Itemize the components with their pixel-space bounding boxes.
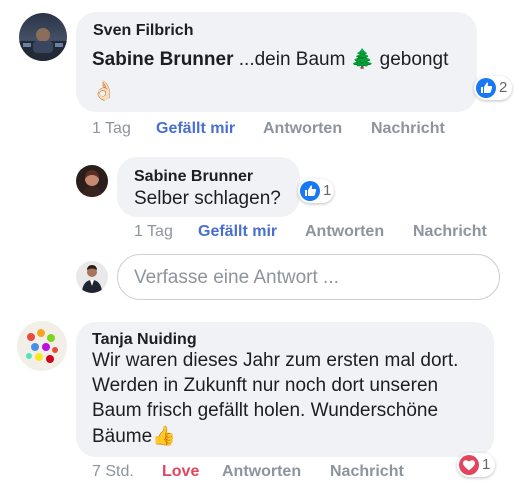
avatar-sven[interactable] bbox=[19, 13, 67, 61]
comment-text-part: gebongt bbox=[374, 49, 449, 70]
reply-input[interactable] bbox=[132, 264, 486, 292]
reply-button[interactable]: Antworten bbox=[222, 463, 301, 481]
comment-actions-sabine: 1 Tag Gefällt mir Antworten Nachricht bbox=[134, 223, 514, 243]
avatar-sabine[interactable] bbox=[76, 165, 108, 197]
heart-icon bbox=[459, 455, 479, 475]
reaction-count: 1 bbox=[482, 456, 491, 473]
comment-text-tanja-line4: Bäume👍 bbox=[92, 424, 176, 449]
comment-text-part: ...dein Baum bbox=[233, 49, 351, 70]
comment-text-part: Bäume bbox=[92, 426, 153, 447]
thumbs-up-icon bbox=[300, 181, 320, 201]
avatar-sven-image bbox=[19, 28, 67, 61]
comment-text-sabine: Selber schlagen? bbox=[134, 188, 281, 209]
comment-text-sven: Sabine Brunner ...dein Baum 🌲 gebongt bbox=[92, 47, 472, 72]
message-button[interactable]: Nachricht bbox=[413, 223, 487, 241]
avatar-current-user bbox=[76, 261, 108, 293]
comment-text-tanja-line2: Werden in Zukunft nur noch dort unseren bbox=[92, 375, 439, 396]
ok-hand-emoji: 👌🏻 bbox=[92, 81, 116, 102]
avatar-tanja[interactable] bbox=[17, 321, 67, 371]
thumbs-up-icon bbox=[476, 78, 496, 98]
reaction-summary-tanja[interactable]: 1 bbox=[457, 453, 495, 477]
avatar-current-user-image bbox=[82, 265, 102, 293]
comment-text-tanja-line1: Wir waren dieses Jahr zum ersten mal dor… bbox=[92, 350, 459, 371]
comment-actions-tanja: 7 Std. Love Antworten Nachricht bbox=[92, 463, 512, 483]
reply-composer[interactable] bbox=[117, 254, 500, 300]
reaction-count: 2 bbox=[499, 79, 508, 96]
comment-author-sabine[interactable]: Sabine Brunner bbox=[134, 168, 253, 186]
comment-timestamp[interactable]: 1 Tag bbox=[134, 223, 173, 241]
comment-author-tanja[interactable]: Tanja Nuiding bbox=[92, 331, 197, 349]
comment-timestamp[interactable]: 7 Std. bbox=[92, 463, 134, 481]
mention-sabine[interactable]: Sabine Brunner bbox=[92, 49, 233, 70]
like-button[interactable]: Gefällt mir bbox=[156, 120, 235, 138]
comment-actions-sven: 1 Tag Gefällt mir Antworten Nachricht bbox=[92, 120, 492, 140]
reaction-count: 1 bbox=[323, 182, 332, 199]
reply-button[interactable]: Antworten bbox=[305, 223, 384, 241]
thumbs-up-emoji: 👍 bbox=[152, 426, 176, 447]
comment-timestamp[interactable]: 1 Tag bbox=[92, 120, 131, 138]
message-button[interactable]: Nachricht bbox=[371, 120, 445, 138]
avatar-tanja-image bbox=[26, 329, 58, 363]
comment-author-sven[interactable]: Sven Filbrich bbox=[93, 22, 193, 40]
reply-button[interactable]: Antworten bbox=[263, 120, 342, 138]
reaction-summary-sven[interactable]: 2 bbox=[474, 76, 512, 100]
love-button[interactable]: Love bbox=[162, 463, 199, 481]
like-button[interactable]: Gefällt mir bbox=[198, 223, 277, 241]
tree-emoji: 🌲 bbox=[350, 49, 375, 70]
avatar-sabine-image bbox=[82, 170, 102, 197]
message-button[interactable]: Nachricht bbox=[330, 463, 404, 481]
reaction-summary-sabine[interactable]: 1 bbox=[298, 179, 334, 203]
comment-text-tanja-line3: Baum frisch gefällt holen. Wunderschöne bbox=[92, 400, 439, 421]
